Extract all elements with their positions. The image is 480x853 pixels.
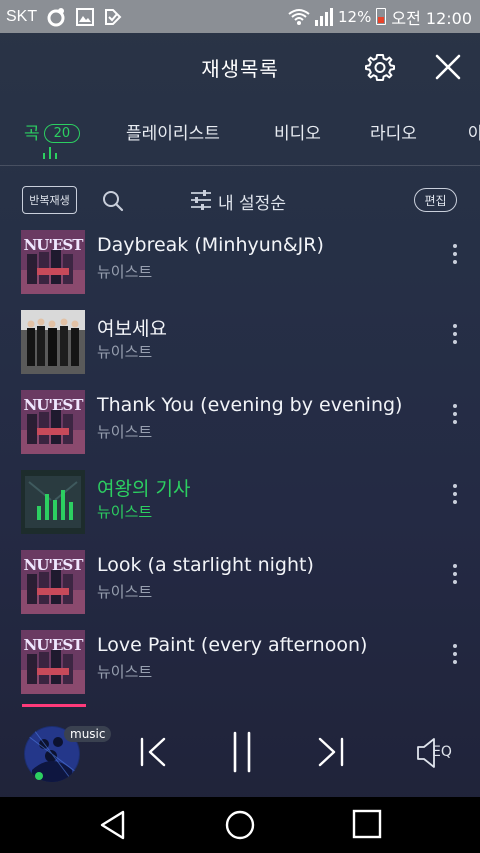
- playback-progress-indicator: [22, 704, 86, 707]
- back-icon[interactable]: [98, 809, 128, 841]
- tab-songs[interactable]: 곡 20: [24, 119, 81, 144]
- song-row[interactable]: NU'EST Thank You (evening by evening) 뉴이스트: [0, 390, 480, 470]
- song-title: 여왕의 기사: [97, 478, 191, 500]
- battery-icon: [376, 8, 387, 25]
- song-list: NU'EST Daybreak (Minhyun&JR) 뉴이스트 여보세요 뉴이스트 N…: [0, 230, 480, 708]
- signal-icon: [315, 7, 334, 26]
- more-options-icon[interactable]: [450, 244, 460, 268]
- next-track-icon[interactable]: [316, 735, 346, 769]
- song-row[interactable]: 여왕의 기사뉴이스트: [0, 470, 480, 550]
- album-art: NU'EST: [21, 390, 85, 454]
- home-icon[interactable]: [224, 809, 256, 841]
- song-count-badge: 20: [43, 124, 81, 143]
- song-title: 여보세요: [97, 318, 167, 340]
- sort-settings-icon[interactable]: [190, 190, 212, 210]
- song-artist: 뉴이스트: [97, 263, 153, 281]
- more-options-icon[interactable]: [450, 484, 460, 508]
- pause-icon[interactable]: [228, 730, 256, 774]
- tab-videos[interactable]: 비디오: [274, 119, 321, 144]
- edit-button[interactable]: 편집: [414, 188, 457, 212]
- previous-track-icon[interactable]: [138, 735, 168, 769]
- tab-radio[interactable]: 라디오: [370, 119, 417, 144]
- list-toolbar: 반복재생 내 설정순 편집: [0, 168, 480, 230]
- carrier-label: SKT: [6, 7, 38, 25]
- svg-text:NU'EST: NU'EST: [24, 556, 85, 574]
- tab-bar: 곡 20 플레이리스트 비디오 라디오 아: [0, 99, 480, 166]
- more-options-icon[interactable]: [450, 324, 460, 348]
- status-bar: SKT 12% 오전 12:00: [0, 0, 480, 33]
- mini-player: music EQ: [0, 710, 480, 797]
- close-icon[interactable]: [432, 51, 464, 83]
- svg-text:NU'EST: NU'EST: [24, 236, 85, 254]
- svg-text:NU'EST: NU'EST: [24, 636, 85, 654]
- song-title: Love Paint (every afternoon): [97, 634, 368, 656]
- song-artist: 뉴이스트: [97, 663, 153, 681]
- song-artist: 뉴이스트: [97, 503, 153, 521]
- more-options-icon[interactable]: [450, 564, 460, 588]
- song-row[interactable]: NU'EST Look (a starlight night) 뉴이스트: [0, 550, 480, 630]
- playing-status-dot: [35, 772, 43, 780]
- album-art: [21, 310, 85, 374]
- app-notification-icon: [47, 7, 65, 26]
- song-title: Daybreak (Minhyun&JR): [97, 234, 324, 256]
- song-title: Thank You (evening by evening): [97, 394, 403, 416]
- header: 재생목록: [0, 33, 480, 99]
- song-row[interactable]: 여보세요뉴이스트: [0, 310, 480, 390]
- sort-order-button[interactable]: 내 설정순: [218, 189, 286, 214]
- song-title: Look (a starlight night): [97, 554, 314, 576]
- repeat-button[interactable]: 반복재생: [22, 186, 77, 214]
- recent-apps-icon[interactable]: [352, 809, 382, 839]
- album-art: NU'EST: [21, 230, 85, 294]
- active-tab-equalizer-icon: [43, 147, 59, 159]
- song-row[interactable]: NU'EST Love Paint (every afternoon) 뉴이스트: [0, 630, 480, 708]
- download-check-icon: [105, 8, 122, 25]
- system-nav-bar: [0, 797, 480, 853]
- tab-more[interactable]: 아: [468, 119, 480, 144]
- tab-songs-label: 곡: [24, 124, 40, 144]
- settings-gear-icon[interactable]: [364, 51, 396, 83]
- wifi-icon: [288, 8, 310, 25]
- eq-label[interactable]: EQ: [432, 744, 452, 760]
- album-art: NU'EST: [21, 550, 85, 614]
- album-art: NU'EST: [21, 630, 85, 694]
- more-options-icon[interactable]: [450, 644, 460, 668]
- more-options-icon[interactable]: [450, 404, 460, 428]
- page-title: 재생목록: [201, 57, 279, 81]
- music-app-badge: music: [64, 726, 112, 742]
- tab-playlists[interactable]: 플레이리스트: [126, 119, 220, 144]
- battery-percent: 12%: [338, 7, 372, 26]
- song-artist: 뉴이스트: [97, 583, 153, 601]
- svg-text:NU'EST: NU'EST: [24, 396, 85, 414]
- song-row[interactable]: NU'EST Daybreak (Minhyun&JR) 뉴이스트: [0, 230, 480, 310]
- clock: 오전 12:00: [391, 8, 472, 28]
- song-artist: 뉴이스트: [97, 423, 153, 441]
- song-artist: 뉴이스트: [97, 343, 153, 361]
- gallery-icon: [76, 7, 95, 26]
- search-icon[interactable]: [102, 190, 124, 212]
- album-art: [21, 470, 85, 534]
